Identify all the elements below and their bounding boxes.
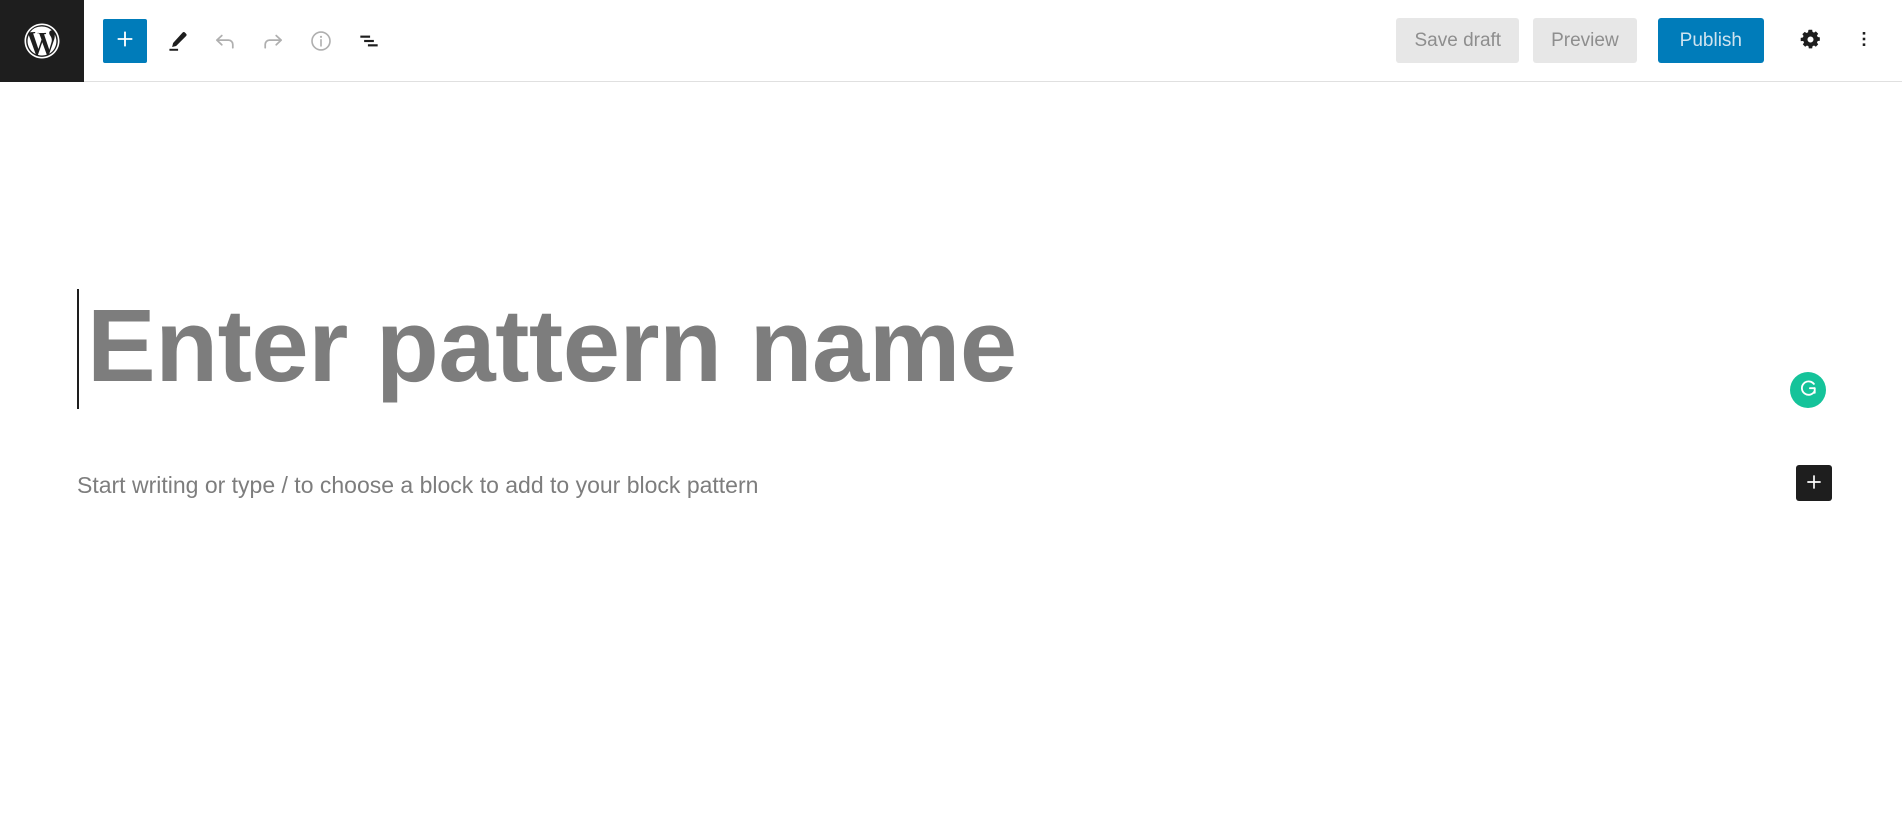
editor-canvas: Enter pattern name Start writing or type… — [0, 82, 1902, 814]
save-draft-button[interactable]: Save draft — [1396, 18, 1520, 63]
grammarly-badge[interactable] — [1790, 372, 1826, 408]
paragraph-block-placeholder[interactable]: Start writing or type / to choose a bloc… — [77, 469, 758, 501]
gear-icon — [1798, 27, 1823, 55]
wordpress-logo-icon — [21, 20, 63, 62]
redo-button[interactable] — [249, 17, 297, 65]
pattern-title-placeholder: Enter pattern name — [87, 288, 1017, 403]
plus-icon — [1804, 472, 1824, 495]
header-right-toolbar: Save draft Preview Publish — [1396, 17, 1888, 65]
more-options-button[interactable] — [1840, 17, 1888, 65]
details-info-button[interactable] — [297, 17, 345, 65]
editor-header: Save draft Preview Publish — [0, 0, 1902, 82]
toggle-block-inserter-button[interactable] — [103, 18, 147, 63]
wordpress-logo-button[interactable] — [0, 0, 84, 82]
list-view-icon — [356, 28, 382, 54]
undo-button[interactable] — [201, 17, 249, 65]
redo-arrow-icon — [260, 28, 286, 54]
list-view-button[interactable] — [345, 17, 393, 65]
pencil-icon — [164, 28, 190, 54]
info-circle-icon — [308, 28, 334, 54]
publish-button[interactable]: Publish — [1657, 18, 1764, 63]
header-left-toolbar — [103, 17, 393, 65]
grammarly-icon — [1795, 375, 1821, 406]
kebab-menu-icon — [1853, 28, 1875, 53]
text-caret — [77, 289, 79, 409]
preview-button[interactable]: Preview — [1533, 18, 1637, 63]
settings-button[interactable] — [1786, 17, 1834, 65]
pattern-title-field[interactable]: Enter pattern name — [77, 287, 1017, 409]
add-block-inserter-button[interactable] — [1796, 465, 1832, 501]
plus-icon — [114, 28, 136, 53]
tools-pencil-button[interactable] — [153, 17, 201, 65]
undo-arrow-icon — [212, 28, 238, 54]
